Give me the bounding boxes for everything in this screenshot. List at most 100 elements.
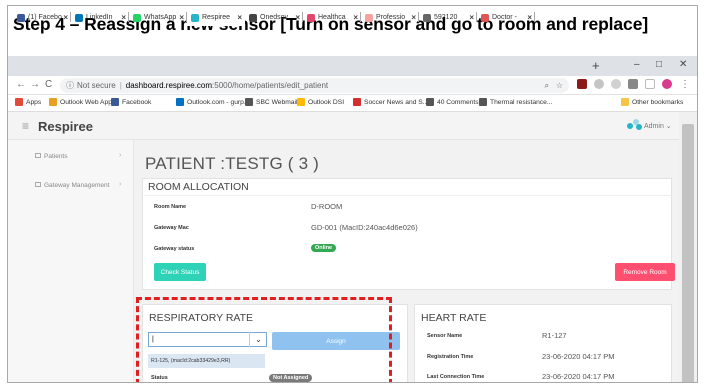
menu-dots-icon[interactable]: ⋮ bbox=[680, 79, 690, 90]
bookmark-item[interactable]: Facebook bbox=[111, 98, 151, 106]
url-path: :5000/home/patients/edit_patient bbox=[212, 81, 329, 90]
bookmark-icon bbox=[297, 98, 305, 106]
scrollbar-thumb[interactable] bbox=[682, 124, 694, 382]
close-tab-icon[interactable]: × bbox=[411, 13, 416, 22]
tab-label: Doctor - bbox=[492, 14, 517, 21]
bookmark-label: Thermal resistance... bbox=[490, 98, 553, 106]
bookmark-label: Soccer News and S... bbox=[364, 98, 429, 106]
bookmark-label: 40 Comments bbox=[437, 98, 479, 106]
forward-icon[interactable]: → bbox=[30, 79, 40, 90]
bookmark-item[interactable]: Outlook.com - gurp... bbox=[176, 98, 249, 106]
heart-rate-heading: HEART RATE bbox=[421, 312, 487, 324]
sidebar bbox=[8, 140, 134, 382]
bookmark-label: Outlook.com - gurp... bbox=[187, 98, 250, 106]
bookmark-item[interactable]: 40 Comments bbox=[426, 98, 479, 106]
last-connection-label: Last Connection Time bbox=[427, 374, 485, 380]
close-window-icon[interactable]: ✕ bbox=[679, 59, 687, 70]
browser-tab[interactable]: Respiree × bbox=[187, 9, 245, 26]
close-tab-icon[interactable]: × bbox=[295, 13, 300, 22]
bookmark-icon bbox=[353, 98, 361, 106]
browser-tab[interactable]: (1) Facebo × bbox=[13, 9, 71, 26]
zoom-icon[interactable]: ⌕ bbox=[545, 81, 549, 91]
room-name-label: Room Name bbox=[154, 204, 187, 210]
bookmark-item[interactable]: Outlook DSI bbox=[297, 98, 344, 106]
tab-label: LinkedIn bbox=[86, 14, 113, 21]
room-allocation-heading: ROOM ALLOCATION bbox=[148, 181, 249, 193]
sidebar-item-patients[interactable]: Patients bbox=[35, 153, 68, 160]
tab-label: Onedsov bbox=[260, 14, 289, 21]
chevron-right-icon: › bbox=[119, 152, 122, 159]
extension-icon[interactable] bbox=[611, 79, 621, 89]
bookmark-item[interactable]: Outlook Web App bbox=[49, 98, 112, 106]
favicon-icon bbox=[191, 13, 199, 22]
admin-menu[interactable]: Admin ⌄ bbox=[644, 122, 672, 130]
bookmark-icon bbox=[479, 98, 487, 106]
gateway-mac-label: Gateway Mac bbox=[154, 225, 189, 231]
back-icon[interactable]: ← bbox=[16, 79, 26, 90]
close-tab-icon[interactable]: × bbox=[527, 13, 532, 22]
sidebar-item-gateway[interactable]: Gateway Management bbox=[35, 182, 109, 189]
user-icon[interactable] bbox=[626, 119, 644, 131]
registration-time-label: Registration Time bbox=[427, 354, 474, 360]
bookmark-item[interactable]: Soccer News and S... bbox=[353, 98, 428, 106]
status-badge: Online bbox=[311, 244, 337, 252]
maximize-icon[interactable]: □ bbox=[656, 59, 662, 70]
browser-tab[interactable]: Healthca × bbox=[303, 9, 361, 26]
close-tab-icon[interactable]: × bbox=[63, 13, 68, 22]
favicon-icon bbox=[249, 13, 257, 22]
browser-tab[interactable]: 592120 × bbox=[419, 9, 477, 26]
browser-tab[interactable]: LinkedIn × bbox=[71, 9, 129, 26]
remove-room-button[interactable]: Remove Room bbox=[615, 263, 675, 281]
check-status-button[interactable]: Check Status bbox=[154, 263, 206, 281]
close-tab-icon[interactable]: × bbox=[179, 13, 184, 22]
bookmark-item[interactable]: Thermal resistance... bbox=[479, 98, 552, 106]
favicon-icon bbox=[133, 13, 141, 22]
info-icon[interactable]: ⓘ bbox=[66, 80, 74, 91]
profile-avatar[interactable] bbox=[662, 79, 672, 89]
browser-tab[interactable]: WhatsApp × bbox=[129, 9, 187, 26]
room-name-value: D-ROOM bbox=[311, 202, 343, 211]
gateway-status-label: Gateway status bbox=[154, 246, 195, 252]
bookmark-icon bbox=[49, 98, 57, 106]
bookmark-icon bbox=[176, 98, 184, 106]
chevron-right-icon: › bbox=[119, 181, 122, 188]
screenshot-frame: Step 4 – Reassign a new sensor [Turn on … bbox=[7, 5, 698, 383]
tab-label: Professio bbox=[376, 14, 406, 21]
close-tab-icon[interactable]: × bbox=[237, 13, 242, 22]
app-header bbox=[8, 112, 679, 140]
other-bookmarks[interactable]: Other bookmarks bbox=[621, 98, 683, 106]
browser-tab[interactable]: Onedsov × bbox=[245, 9, 303, 26]
menu-icon[interactable]: ≡ bbox=[22, 119, 29, 133]
tab-label: Respiree bbox=[202, 14, 231, 21]
bookmark-item[interactable]: Apps bbox=[15, 98, 41, 106]
browser-tab[interactable]: Professio × bbox=[361, 9, 419, 26]
favicon-icon bbox=[75, 13, 83, 22]
new-tab-button[interactable]: + bbox=[592, 58, 600, 73]
bookmark-label: Facebook bbox=[122, 98, 152, 106]
chevron-down-icon: ⌄ bbox=[665, 123, 672, 130]
bookmark-label: Outlook Web App bbox=[60, 98, 112, 106]
bookmark-icon bbox=[245, 98, 253, 106]
last-connection-value: 23-06-2020 04:17 PM bbox=[542, 372, 615, 381]
minimize-icon[interactable]: – bbox=[634, 59, 640, 70]
close-tab-icon[interactable]: × bbox=[353, 13, 358, 22]
browser-tab[interactable]: Doctor - × bbox=[477, 9, 535, 26]
extension-icon[interactable] bbox=[577, 79, 587, 89]
address-bar[interactable]: ⓘ Not secure | dashboard.respiree.com :5… bbox=[60, 78, 569, 93]
bookmark-label: SBC Webmail bbox=[256, 98, 298, 106]
bookmark-item[interactable]: SBC Webmail bbox=[245, 98, 298, 106]
favicon-icon bbox=[481, 13, 489, 22]
favicon-icon bbox=[17, 13, 25, 22]
reload-icon[interactable]: C bbox=[45, 79, 52, 90]
reading-list-icon[interactable] bbox=[645, 79, 655, 89]
star-icon[interactable]: ☆ bbox=[556, 81, 563, 90]
close-tab-icon[interactable]: × bbox=[121, 13, 126, 22]
extension-icon[interactable] bbox=[594, 79, 604, 89]
patients-icon bbox=[35, 153, 41, 158]
favicon-icon bbox=[423, 13, 431, 22]
extension-icon[interactable] bbox=[628, 79, 638, 89]
bookmark-icon bbox=[15, 98, 23, 106]
registration-time-value: 23-06-2020 04:17 PM bbox=[542, 352, 615, 361]
favicon-icon bbox=[365, 13, 373, 22]
close-tab-icon[interactable]: × bbox=[469, 13, 474, 22]
